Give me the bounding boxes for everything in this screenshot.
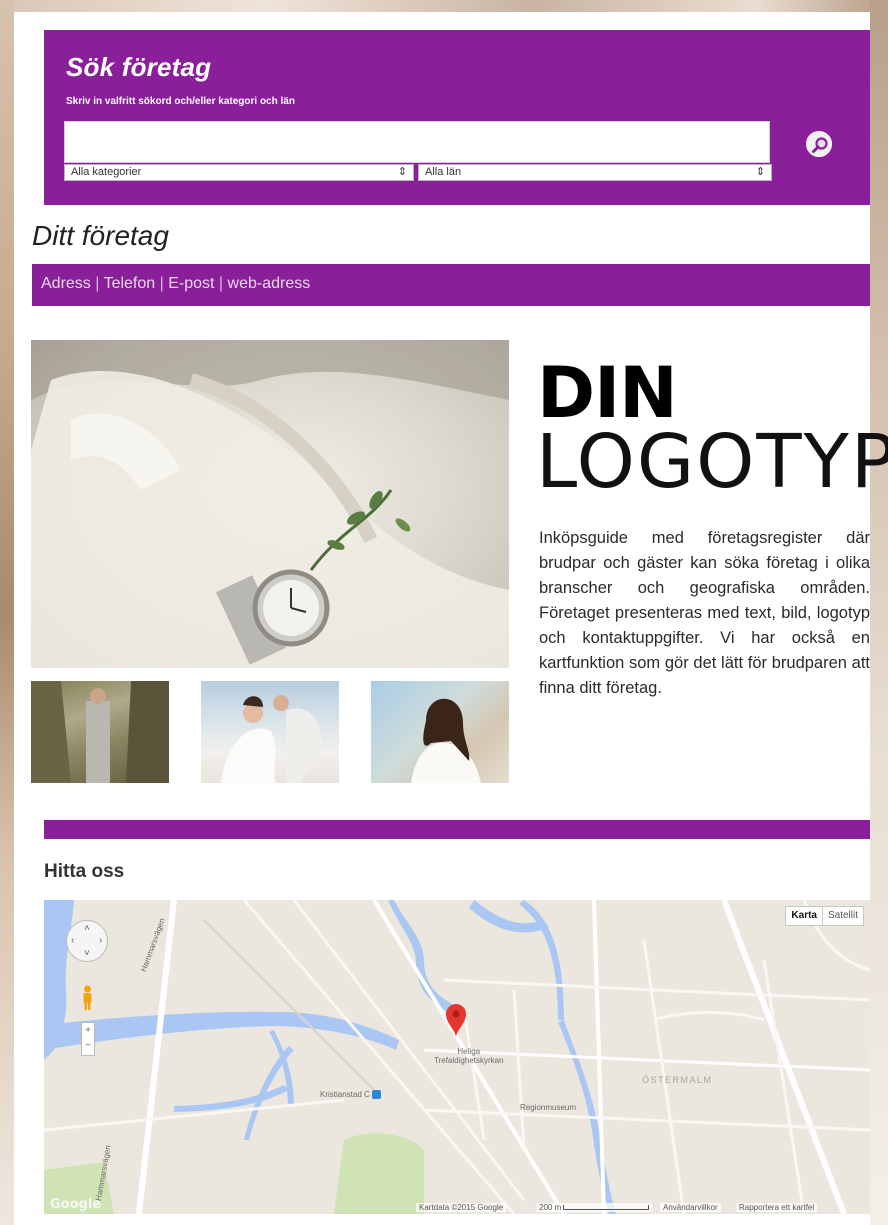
pan-left-icon[interactable]: ‹ xyxy=(71,935,74,946)
thumbnail-bride[interactable] xyxy=(371,681,509,783)
contact-separator: | xyxy=(218,275,224,292)
map-label-station: Kristianstad C xyxy=(320,1090,382,1100)
company-title: Ditt företag xyxy=(32,220,169,251)
contact-web[interactable]: web-adress xyxy=(228,275,311,292)
pan-control[interactable]: ˄ ˅ ‹ › xyxy=(66,920,108,962)
map-data-attribution: Kartdata ©2015 Google xyxy=(416,1203,507,1212)
logo-line-1: DIN xyxy=(537,352,678,434)
search-subtitle: Skriv in valfritt sökord och/eller kateg… xyxy=(66,96,295,107)
map-terms-link[interactable]: Användarvillkor xyxy=(660,1203,721,1212)
search-button[interactable] xyxy=(806,131,832,157)
map-scale: 200 m xyxy=(536,1203,653,1212)
contact-separator: | xyxy=(95,275,100,292)
bride-photo-image xyxy=(411,698,481,783)
map-heading: Hitta oss xyxy=(44,861,125,882)
zoom-in-button[interactable]: + xyxy=(82,1023,94,1038)
contact-email[interactable]: E-post xyxy=(168,275,214,292)
contact-separator: | xyxy=(159,275,164,292)
zoom-out-button[interactable]: − xyxy=(82,1038,94,1053)
background-photo-right xyxy=(870,0,888,1225)
map-widget[interactable]: Karta Satellit ˄ ˅ ‹ › + − Heliga Trefal… xyxy=(44,900,870,1214)
map-label-district: ÖSTERMALM xyxy=(642,1075,713,1085)
pegman-icon[interactable] xyxy=(82,985,93,1011)
search-input[interactable] xyxy=(64,121,770,163)
pan-down-icon[interactable]: ˅ xyxy=(84,948,90,959)
train-station-icon xyxy=(372,1090,382,1100)
wedding-dress-watch-image xyxy=(31,340,509,668)
select-arrows-icon: ⇕ xyxy=(397,166,407,178)
couple-horse-photo-image xyxy=(221,695,322,783)
pan-up-icon[interactable]: ˄ xyxy=(84,923,90,934)
map-label-church: Heliga Trefaldighetskyrkan xyxy=(434,1047,504,1065)
thumbnail-groom[interactable] xyxy=(31,681,169,783)
pan-right-icon[interactable]: › xyxy=(99,935,102,946)
map-marker-icon[interactable] xyxy=(446,1004,466,1038)
category-select[interactable]: Alla kategorier ⇕ xyxy=(64,164,414,181)
zoom-control[interactable]: + − xyxy=(81,1022,95,1056)
select-arrows-icon: ⇕ xyxy=(755,166,765,178)
main-photo[interactable] xyxy=(31,340,509,668)
google-logo: Google xyxy=(50,1197,102,1212)
contact-address[interactable]: Adress xyxy=(41,275,91,292)
county-select[interactable]: Alla län ⇕ xyxy=(418,164,772,181)
groom-photo-image xyxy=(31,681,169,783)
thumbnail-couple-horse[interactable] xyxy=(201,681,339,783)
company-description: Inköpsguide med företagsregister där bru… xyxy=(539,529,870,697)
county-select-value: Alla län xyxy=(425,166,462,178)
contact-bar: Adress | Telefon | E-post | web-adress xyxy=(32,264,870,306)
scale-bar xyxy=(563,1205,650,1211)
map-type-control[interactable]: Karta Satellit xyxy=(785,906,864,926)
map-type-satellite-button[interactable]: Satellit xyxy=(823,907,863,925)
logo-line-2: LOGOTYP xyxy=(536,419,888,505)
section-divider xyxy=(44,820,870,839)
search-panel: Sök företag Skriv in valfritt sökord och… xyxy=(44,30,870,205)
contact-phone[interactable]: Telefon xyxy=(104,275,156,292)
map-report-link[interactable]: Rapportera ett kartfel xyxy=(736,1203,818,1212)
category-select-value: Alla kategorier xyxy=(71,166,142,178)
background-photo-left xyxy=(0,0,14,1225)
search-icon xyxy=(812,137,828,153)
search-title: Sök företag xyxy=(66,52,212,82)
map-type-map-button[interactable]: Karta xyxy=(786,907,823,925)
map-label-museum: Regionmuseum xyxy=(520,1103,577,1112)
